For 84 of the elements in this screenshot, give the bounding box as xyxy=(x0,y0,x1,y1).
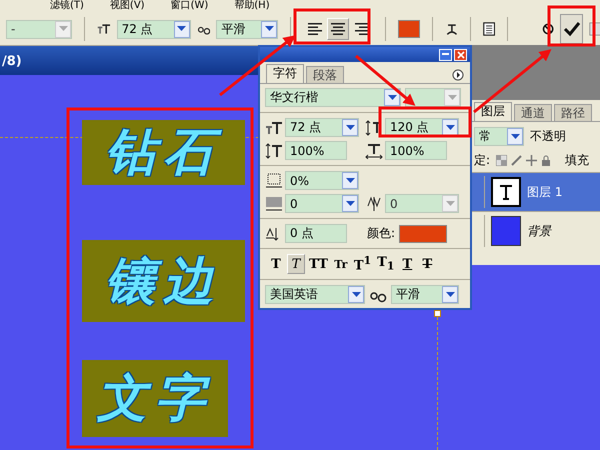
align-right-icon xyxy=(354,22,370,36)
caret-icon xyxy=(58,26,68,32)
horizontal-scale-field[interactable]: 100% xyxy=(385,141,447,160)
vertical-scale-field[interactable]: 100% xyxy=(285,141,347,160)
layer-name: 背景 xyxy=(527,222,551,240)
caret-icon xyxy=(352,292,360,298)
text-layer-block: 钻石 xyxy=(82,120,245,185)
lock-transparency-icon[interactable] xyxy=(496,155,508,166)
horizontal-scale-icon xyxy=(365,142,383,158)
vertical-scale-icon xyxy=(265,142,283,158)
panel-menu-icon[interactable] xyxy=(452,69,464,81)
font-family-dropdown[interactable]: 华文行楷 xyxy=(265,88,401,107)
palette-icon[interactable] xyxy=(483,20,496,38)
bold-style-button[interactable]: T xyxy=(267,254,285,274)
tracking-icon xyxy=(365,196,383,212)
menu-item[interactable]: 帮助(H) xyxy=(234,0,270,13)
panel-tab[interactable]: 路径 xyxy=(554,104,592,121)
panel-tab[interactable]: 通道 xyxy=(514,104,552,121)
text-color-swatch[interactable] xyxy=(398,20,420,38)
anti-alias-dropdown[interactable]: 平滑 xyxy=(391,285,459,304)
caret-icon xyxy=(346,178,354,184)
menu-item[interactable]: 滤镜(T) xyxy=(50,0,84,13)
baseline-shift-field[interactable]: 0 点 xyxy=(285,224,347,243)
caret-icon xyxy=(346,200,354,206)
layer-thumbnail xyxy=(491,216,521,246)
text-icon xyxy=(499,184,513,200)
caret-icon xyxy=(510,134,520,140)
minimize-icon xyxy=(442,53,449,56)
minimize-button[interactable] xyxy=(439,48,452,60)
tsume-dropdown[interactable]: 0% xyxy=(285,171,359,190)
panel-tab[interactable]: 字符 xyxy=(266,64,304,83)
fill-label: 填充 xyxy=(565,152,590,169)
highlight-frame xyxy=(548,6,596,46)
layer-row[interactable]: 图层 1 xyxy=(472,172,600,211)
kerning-dropdown[interactable]: 0 xyxy=(285,194,359,213)
font-size-dropdown[interactable]: 72 点 xyxy=(285,118,359,137)
cancel-icon[interactable] xyxy=(542,21,554,37)
super-style-button[interactable]: T$^{1}$ xyxy=(352,254,374,274)
menu-item[interactable]: 视图(V) xyxy=(110,0,145,13)
strike-style-button[interactable]: T xyxy=(418,254,436,274)
tsume-icon xyxy=(265,172,283,188)
language-dropdown[interactable]: 美国英语 xyxy=(265,285,365,304)
anti-alias-dropdown[interactable]: 平滑 xyxy=(216,20,278,38)
align-center-icon xyxy=(330,22,346,36)
text-layer-block: 文字 xyxy=(82,360,228,437)
checkmark-icon xyxy=(562,21,581,37)
text-layer-block: 镶边 xyxy=(82,240,245,322)
caret-icon xyxy=(264,26,274,32)
caret-icon xyxy=(446,200,454,206)
opacity-label: 不透明 xyxy=(530,128,566,145)
blend-mode-dropdown[interactable]: 常 xyxy=(474,127,524,146)
panel-tab[interactable]: 图层 xyxy=(474,102,512,121)
font-size-dropdown[interactable]: 72 点 xyxy=(116,20,191,38)
align-left-icon xyxy=(306,22,322,36)
annotation-arrow xyxy=(355,54,416,106)
close-button[interactable] xyxy=(454,48,467,60)
color-swatch[interactable] xyxy=(399,224,448,242)
caret-icon xyxy=(446,292,454,298)
caps-style-button[interactable]: TT xyxy=(307,254,330,274)
sub-style-button[interactable]: T$_{1}$ xyxy=(375,254,396,274)
transform-handle[interactable] xyxy=(434,310,441,317)
color-label: 颜色: xyxy=(367,225,396,242)
document-title: /8) xyxy=(2,54,22,68)
caret-icon xyxy=(448,94,456,100)
panel-tab[interactable]: 段落 xyxy=(306,66,344,83)
font-style-dropdown[interactable] xyxy=(405,88,461,107)
layer-row[interactable]: 背景 xyxy=(472,211,600,250)
caret-icon xyxy=(388,94,396,100)
close-icon xyxy=(456,50,464,58)
font-size-icon xyxy=(265,120,283,136)
caret-icon xyxy=(177,26,186,32)
caret-icon xyxy=(346,124,354,130)
lock-label: 定: xyxy=(474,152,490,169)
move-icon[interactable] xyxy=(526,155,538,166)
brush-icon[interactable] xyxy=(511,155,522,166)
italic-style-button[interactable]: T xyxy=(287,254,305,274)
smallcaps-style-button[interactable]: Tr xyxy=(332,254,350,274)
commit-button[interactable] xyxy=(560,14,584,44)
align-center-button[interactable] xyxy=(327,18,350,40)
layer-name: 图层 1 xyxy=(527,184,562,200)
underline-style-button[interactable]: T xyxy=(398,254,416,274)
kerning-icon xyxy=(265,196,283,212)
lock-icon[interactable] xyxy=(541,155,552,166)
caret-icon xyxy=(446,124,454,130)
